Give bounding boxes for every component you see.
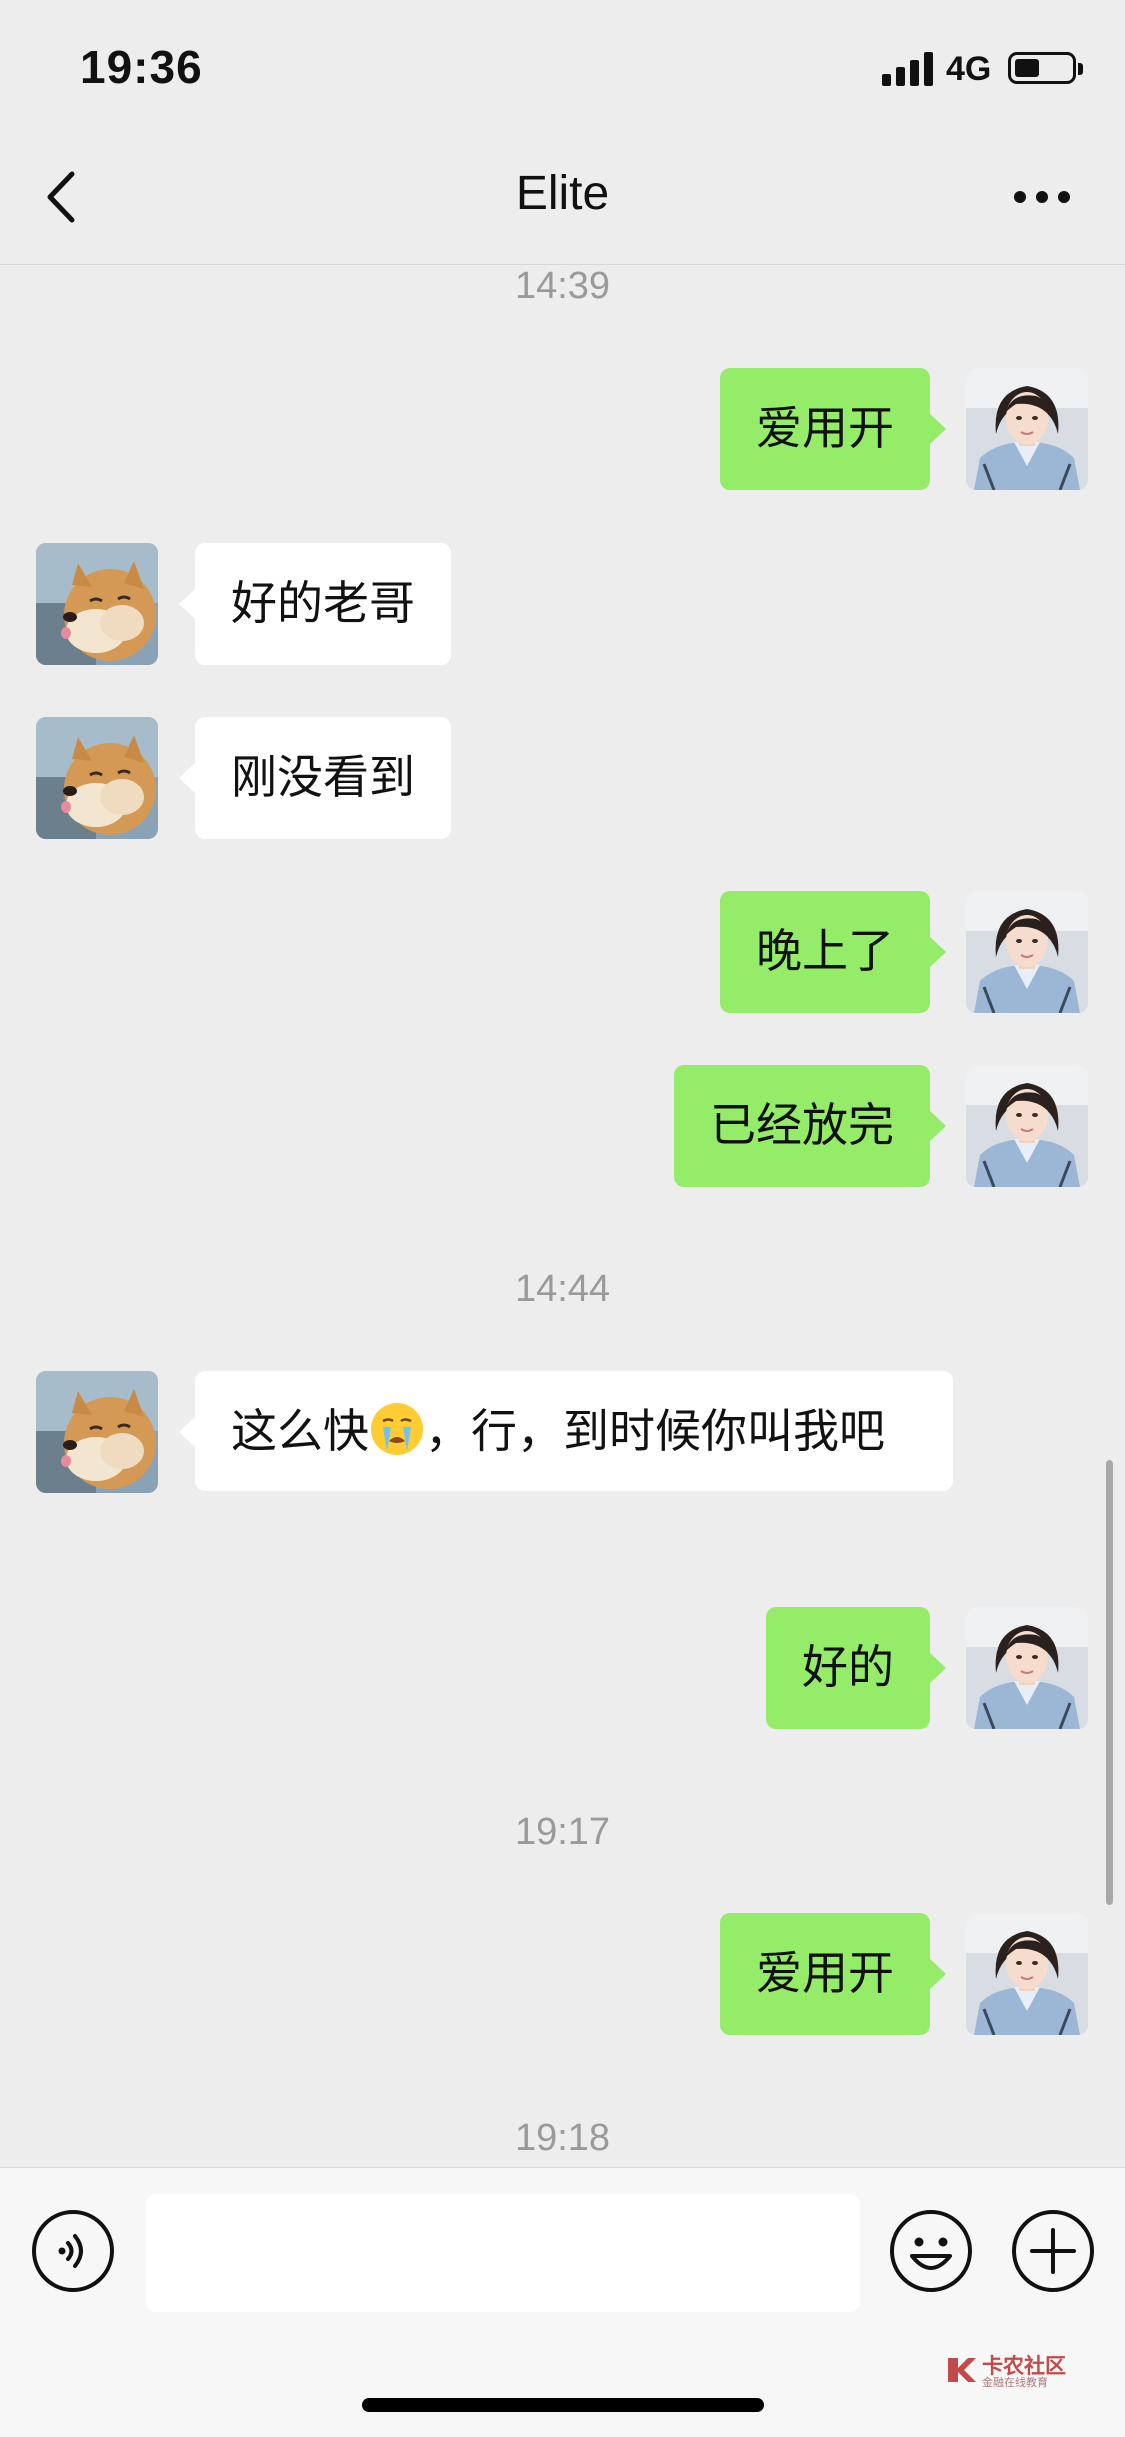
- watermark-logo-icon: [948, 2358, 976, 2382]
- message-input[interactable]: [146, 2194, 860, 2312]
- message-bubble-sent[interactable]: 爱用开: [720, 1913, 946, 2035]
- timestamp: 19:17: [514, 1811, 611, 1853]
- watermark: 卡农社区 金融在线教育: [944, 2350, 1094, 2390]
- my-avatar[interactable]: [966, 1913, 1088, 2035]
- message-bubble-sent[interactable]: 爱用开: [720, 368, 946, 490]
- more-button[interactable]: [1005, 172, 1085, 222]
- battery-icon: [1008, 52, 1083, 84]
- emoji-icon: [890, 2210, 972, 2292]
- signal-icon: [882, 52, 934, 86]
- input-bar: 卡农社区 金融在线教育: [0, 2167, 1125, 2437]
- ellipsis-icon: [1014, 191, 1070, 203]
- message-bubble-received[interactable]: 好的老哥: [179, 543, 451, 665]
- contact-avatar[interactable]: [36, 1371, 158, 1493]
- my-avatar[interactable]: [966, 368, 1088, 490]
- contact-avatar[interactable]: [36, 543, 158, 665]
- my-avatar[interactable]: [966, 891, 1088, 1013]
- my-avatar[interactable]: [966, 1607, 1088, 1729]
- message-bubble-sent[interactable]: 已经放完: [674, 1065, 946, 1187]
- message-bubble-sent[interactable]: 好的: [766, 1607, 946, 1729]
- chat-title: Elite: [515, 167, 610, 220]
- crying-face-emoji-icon: [369, 1401, 425, 1457]
- message-bubble-received[interactable]: 刚没看到: [179, 717, 451, 839]
- plus-icon: [1012, 2210, 1094, 2292]
- status-bar: 19:36 4G: [0, 0, 1125, 132]
- emoji-button[interactable]: [888, 2208, 974, 2294]
- message-bubble-sent[interactable]: 晚上了: [720, 891, 946, 1013]
- voice-icon: [32, 2210, 114, 2292]
- more-options-button[interactable]: [1010, 2208, 1096, 2294]
- timestamp: 19:18: [514, 2117, 611, 2159]
- contact-avatar[interactable]: [36, 717, 158, 839]
- home-indicator[interactable]: [362, 2398, 764, 2412]
- chat-header: Elite: [0, 132, 1125, 265]
- scrollbar[interactable]: [1106, 1460, 1113, 1905]
- status-time: 19:36: [80, 41, 203, 93]
- my-avatar[interactable]: [966, 1065, 1088, 1187]
- timestamp: 14:44: [514, 1268, 611, 1310]
- message-bubble-received[interactable]: 这么快 ，行，到时候你叫我吧: [179, 1371, 953, 1491]
- message-text: 这么快: [231, 1404, 369, 1458]
- voice-button[interactable]: [30, 2208, 116, 2294]
- message-text: ，行，到时候你叫我吧: [425, 1404, 885, 1458]
- message-list[interactable]: 14:39 爱用开 好的老哥 刚没看到 晚上了 已经放完 14:44 这么快 ，行…: [0, 265, 1125, 2167]
- timestamp: 14:39: [514, 265, 611, 307]
- network-type: 4G: [946, 50, 992, 88]
- watermark-subtext: 金融在线教育: [982, 2376, 1048, 2389]
